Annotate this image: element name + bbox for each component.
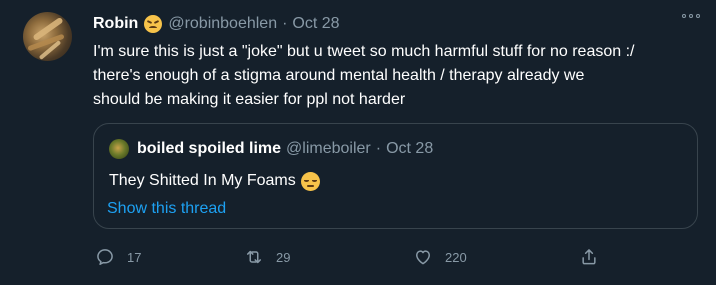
separator-dot: · — [282, 15, 288, 32]
retweet-button[interactable]: 29 — [244, 245, 290, 269]
quoted-display-name: boiled spoiled lime — [137, 140, 282, 157]
pensive-face-icon — [300, 171, 320, 191]
quoted-handle: @limeboiler — [286, 140, 371, 157]
avatar[interactable] — [23, 12, 72, 61]
author-display-name[interactable]: Robin — [93, 15, 138, 33]
share-icon — [582, 249, 596, 265]
reply-icon — [97, 249, 113, 265]
quoted-avatar — [109, 139, 129, 159]
tweet[interactable]: Robin @robinboehlen · Oct 28 I'm sure th… — [0, 0, 716, 285]
tweet-text-line: I'm sure this is just a "joke" but u twe… — [93, 43, 635, 60]
like-button[interactable]: 220 — [413, 245, 467, 269]
retweet-count: 29 — [276, 249, 291, 265]
tweet-date[interactable]: Oct 28 — [292, 15, 339, 33]
separator-dot: · — [375, 140, 382, 157]
quoted-tweet-header: boiled spoiled lime @limeboiler · Oct 28 — [109, 138, 433, 160]
confounded-face-icon — [144, 15, 163, 33]
quoted-tweet-text: They Shitted In My Foams — [109, 170, 320, 192]
share-button[interactable] — [579, 245, 599, 269]
tweet-header: Robin @robinboehlen · Oct 28 — [93, 12, 340, 36]
reply-count: 17 — [127, 249, 142, 265]
tweet-text-line: should be making it easier for ppl not h… — [93, 91, 406, 108]
author-handle[interactable]: @robinboehlen — [168, 15, 277, 33]
show-thread-link[interactable]: Show this thread — [107, 198, 226, 220]
quoted-date: Oct 28 — [386, 140, 434, 157]
heart-icon — [416, 250, 430, 265]
reply-button[interactable]: 17 — [95, 245, 141, 269]
quoted-tweet[interactable]: boiled spoiled lime @limeboiler · Oct 28… — [93, 123, 698, 229]
quoted-text: They Shitted In My Foams — [109, 172, 296, 189]
like-count: 220 — [445, 249, 467, 265]
tweet-actions: 17 29 220 — [93, 245, 613, 269]
more-options-icon[interactable] — [682, 14, 700, 18]
tweet-text-line: there's enough of a stigma around mental… — [93, 67, 585, 84]
retweet-icon — [247, 250, 261, 264]
tweet-text: I'm sure this is just a "joke" but u twe… — [93, 40, 703, 112]
